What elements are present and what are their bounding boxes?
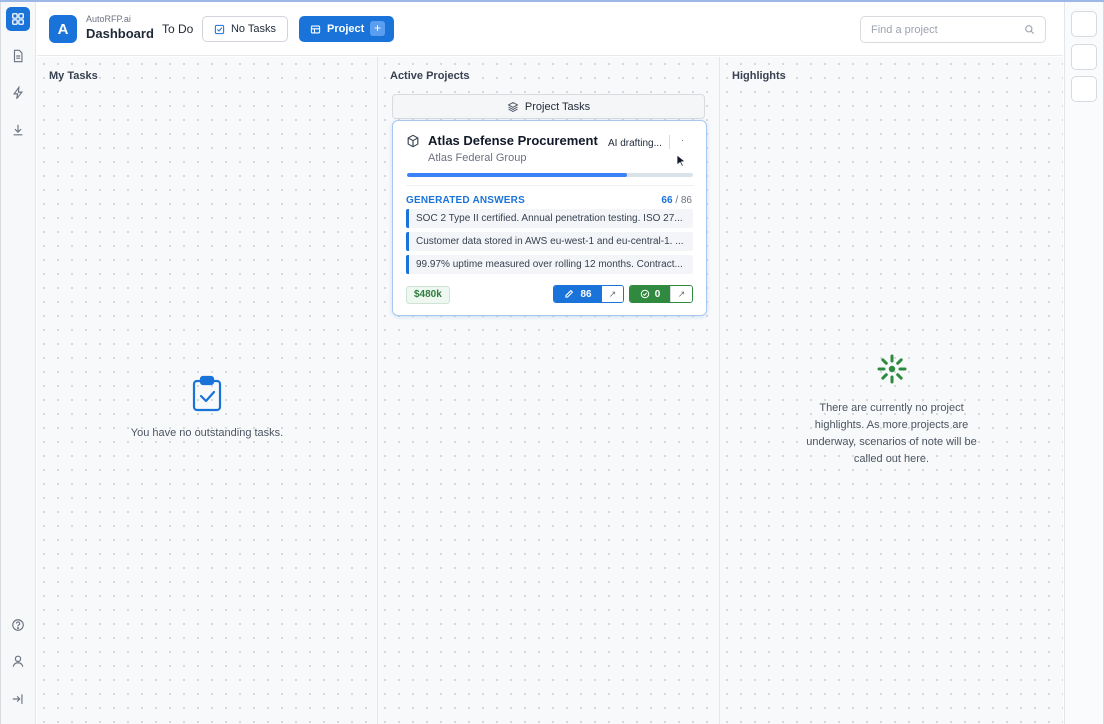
more-menu-icon[interactable]: · <box>681 135 684 145</box>
download-icon[interactable] <box>6 118 30 142</box>
todo-label: To Do <box>162 22 194 36</box>
answer-item[interactable]: 99.97% uptime measured over rolling 12 m… <box>406 255 693 274</box>
logout-icon[interactable] <box>6 687 30 711</box>
active-projects-column: Active Projects Project Tasks Atlas Defe… <box>378 57 720 724</box>
highlights-title: Highlights <box>732 70 786 82</box>
add-project-icon[interactable]: + <box>370 21 385 36</box>
project-card[interactable]: Atlas Defense Procurement Atlas Federal … <box>392 120 707 316</box>
approved-count: 0 <box>654 288 661 300</box>
brand-name: AutoRFP.ai <box>86 14 131 24</box>
no-tasks-button[interactable]: No Tasks <box>202 16 288 42</box>
clipboard-check-icon <box>192 375 222 412</box>
project-button[interactable]: Project + <box>299 16 394 42</box>
app-logo[interactable]: A <box>49 15 77 43</box>
approved-answers-button[interactable]: 0 ↗ <box>629 285 693 303</box>
document-icon[interactable] <box>6 44 30 68</box>
ai-status: AI drafting... <box>608 138 662 149</box>
right-panel-button[interactable] <box>1071 11 1097 37</box>
highlights-column: Highlights There are currently no projec… <box>720 57 1063 724</box>
no-tasks-label: No Tasks <box>230 23 277 35</box>
generated-total: / 86 <box>675 195 692 206</box>
user-icon[interactable] <box>6 649 30 673</box>
open-approved-icon[interactable]: ↗ <box>670 286 692 302</box>
progress-bar <box>407 173 693 177</box>
my-tasks-column: My Tasks You have no outstanding tasks. <box>37 57 378 724</box>
my-tasks-title: My Tasks <box>49 70 98 82</box>
edit-count-section[interactable]: 86 <box>554 286 602 302</box>
project-tasks-button[interactable]: Project Tasks <box>392 94 705 119</box>
table-icon <box>310 25 321 33</box>
top-header: A AutoRFP.ai Dashboard To Do No Tasks Pr… <box>37 2 1063 56</box>
progress-fill <box>407 173 628 177</box>
loading-spinner-icon <box>877 354 906 384</box>
checkbox-icon <box>214 24 225 34</box>
page-title: Dashboard <box>86 26 154 41</box>
approved-count-section[interactable]: 0 <box>630 286 670 302</box>
generated-count: 66 / 86 <box>661 195 692 206</box>
divider <box>406 185 694 186</box>
project-tasks-label: Project Tasks <box>524 100 591 113</box>
divider <box>669 135 670 149</box>
generated-done: 66 <box>661 195 673 206</box>
mouse-cursor-icon <box>676 154 686 167</box>
grid-icon[interactable] <box>6 7 30 31</box>
pencil-icon <box>565 290 574 298</box>
right-sidebar <box>1064 2 1103 724</box>
project-button-label: Project <box>327 23 365 35</box>
budget-badge: $480k <box>406 286 450 304</box>
layers-icon <box>507 101 518 112</box>
edit-count: 86 <box>580 288 592 300</box>
highlights-empty-text: There are currently no project highlight… <box>806 402 977 465</box>
answer-list: SOC 2 Type II certified. Annual penetrat… <box>406 209 693 278</box>
highlights-empty-state: There are currently no project highlight… <box>720 353 1063 468</box>
check-circle-icon <box>640 289 649 299</box>
answer-item[interactable]: SOC 2 Type II certified. Annual penetrat… <box>406 209 693 228</box>
project-search <box>860 16 1046 43</box>
project-title[interactable]: Atlas Defense Procurement <box>428 133 598 148</box>
my-tasks-empty-text: You have no outstanding tasks. <box>130 427 284 439</box>
project-client: Atlas Federal Group <box>428 152 527 164</box>
open-edit-icon[interactable]: ↗ <box>602 286 623 302</box>
left-sidebar <box>0 2 36 724</box>
right-panel-button[interactable] <box>1071 76 1097 102</box>
help-icon[interactable] <box>6 613 30 637</box>
answer-item[interactable]: Customer data stored in AWS eu-west-1 an… <box>406 232 693 251</box>
edit-answers-button[interactable]: 86 ↗ <box>553 285 624 303</box>
active-projects-title: Active Projects <box>390 70 470 82</box>
search-input[interactable] <box>861 17 1021 42</box>
right-panel-button[interactable] <box>1071 44 1097 70</box>
lightning-icon[interactable] <box>6 81 30 105</box>
my-tasks-empty-state: You have no outstanding tasks. <box>37 375 377 442</box>
generated-answers-label: GENERATED ANSWERS <box>406 195 525 206</box>
search-icon[interactable] <box>1024 24 1035 35</box>
cube-icon <box>407 134 419 148</box>
